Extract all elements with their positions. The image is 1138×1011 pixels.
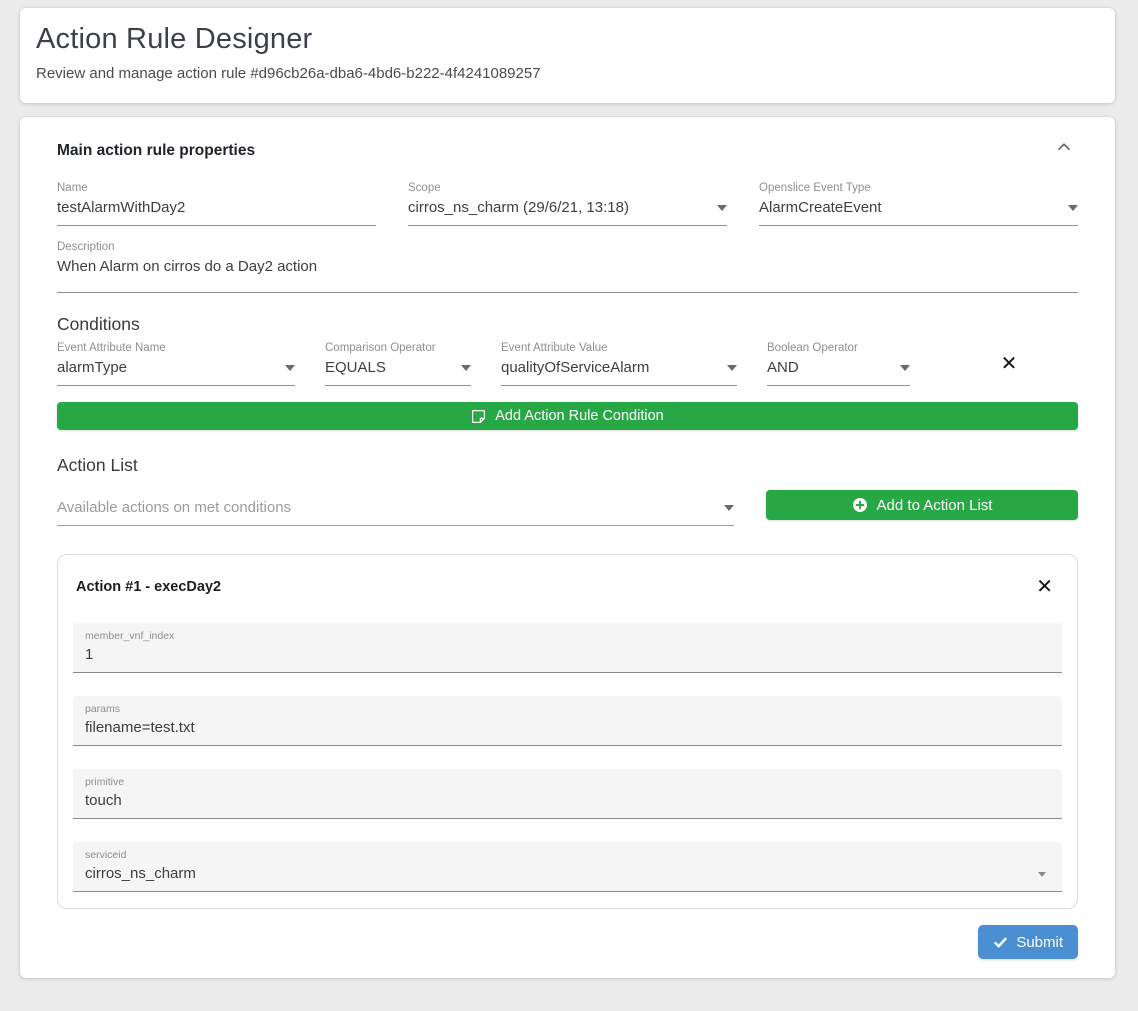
page-header-card: Action Rule Designer Review and manage a… <box>20 8 1115 103</box>
page: Action Rule Designer Review and manage a… <box>0 8 1138 978</box>
add-to-action-list-button[interactable]: Add to Action List <box>766 490 1078 520</box>
param-value: cirros_ns_charm <box>85 865 196 883</box>
submit-row: Submit <box>57 925 1078 959</box>
page-subtitle: Review and manage action rule #d96cb26a-… <box>36 65 1099 82</box>
conditions-title: Conditions <box>57 313 1078 335</box>
caret-down-icon <box>900 365 910 376</box>
param-value: touch <box>85 792 122 810</box>
remove-action-button[interactable]: ✕ <box>1030 575 1059 599</box>
scope-select-value: cirros_ns_charm (29/6/21, 13:18) <box>408 199 629 217</box>
event-type-select[interactable]: Openslice Event Type AlarmCreateEvent <box>759 181 1078 226</box>
action-list-title: Action List <box>57 454 1078 476</box>
add-condition-button[interactable]: Add Action Rule Condition <box>57 402 1078 430</box>
event-attribute-name-value: alarmType <box>57 359 127 377</box>
event-attribute-value-value: qualityOfServiceAlarm <box>501 359 649 377</box>
plus-circle-icon <box>852 497 868 513</box>
caret-down-icon <box>285 365 295 376</box>
boolean-operator-select[interactable]: Boolean Operator AND <box>767 341 910 386</box>
condition-row: Event Attribute Name alarmType Compariso… <box>57 341 1078 386</box>
action-card-title: Action #1 - execDay2 <box>76 577 221 597</box>
properties-section-title: Main action rule properties <box>57 141 255 161</box>
available-actions-placeholder: Available actions on met conditions <box>57 499 291 517</box>
caret-down-icon <box>717 205 727 216</box>
param-serviceid-select[interactable]: serviceid cirros_ns_charm <box>73 842 1062 892</box>
add-to-action-list-button-label: Add to Action List <box>877 497 993 514</box>
comparison-operator-value: EQUALS <box>325 359 386 377</box>
description-field-label: Description <box>57 240 1078 254</box>
action-list-controls: Available actions on met conditions Add … <box>57 490 1078 526</box>
page-title: Action Rule Designer <box>36 23 1099 56</box>
caret-down-icon <box>1038 872 1046 881</box>
caret-down-icon <box>727 365 737 376</box>
name-field-label: Name <box>57 181 376 195</box>
name-field-value: testAlarmWithDay2 <box>57 199 185 217</box>
description-field[interactable]: Description When Alarm on cirros do a Da… <box>57 240 1078 293</box>
description-field-value: When Alarm on cirros do a Day2 action <box>57 258 317 276</box>
caret-down-icon <box>1068 205 1078 216</box>
boolean-operator-value: AND <box>767 359 799 377</box>
event-type-select-value: AlarmCreateEvent <box>759 199 882 217</box>
comparison-operator-label: Comparison Operator <box>325 341 471 355</box>
param-value: 1 <box>85 646 93 664</box>
properties-row: Name testAlarmWithDay2 Scope cirros_ns_c… <box>57 181 1078 226</box>
chevron-up-icon[interactable] <box>1056 139 1072 160</box>
caret-down-icon <box>724 505 734 516</box>
rule-designer-card: Main action rule properties Name testAla… <box>20 117 1115 978</box>
param-label: primitive <box>85 776 1050 789</box>
param-value: filename=test.txt <box>85 719 195 737</box>
caret-down-icon <box>461 365 471 376</box>
param-member-vnf-index-field[interactable]: member_vnf_index 1 <box>73 623 1062 673</box>
event-attribute-value-select[interactable]: Event Attribute Value qualityOfServiceAl… <box>501 341 737 386</box>
remove-condition-button[interactable]: ✕ <box>995 352 1024 376</box>
check-icon <box>993 935 1008 950</box>
event-attribute-value-label: Event Attribute Value <box>501 341 737 355</box>
boolean-operator-label: Boolean Operator <box>767 341 910 355</box>
event-attribute-name-select[interactable]: Event Attribute Name alarmType <box>57 341 295 386</box>
action-card: Action #1 - execDay2 ✕ member_vnf_index … <box>57 554 1078 909</box>
properties-section-header: Main action rule properties <box>57 141 1078 161</box>
submit-button-label: Submit <box>1016 934 1063 951</box>
event-type-select-label: Openslice Event Type <box>759 181 1078 195</box>
sticky-note-icon <box>471 409 486 424</box>
action-card-header: Action #1 - execDay2 ✕ <box>73 575 1062 599</box>
comparison-operator-select[interactable]: Comparison Operator EQUALS <box>325 341 471 386</box>
event-attribute-name-label: Event Attribute Name <box>57 341 295 355</box>
param-label: serviceid <box>85 849 1050 862</box>
available-actions-select[interactable]: Available actions on met conditions <box>57 495 734 526</box>
submit-button[interactable]: Submit <box>978 925 1078 959</box>
param-params-field[interactable]: params filename=test.txt <box>73 696 1062 746</box>
param-label: member_vnf_index <box>85 630 1050 643</box>
add-condition-button-label: Add Action Rule Condition <box>495 408 663 424</box>
scope-select-label: Scope <box>408 181 727 195</box>
name-field[interactable]: Name testAlarmWithDay2 <box>57 181 376 226</box>
param-label: params <box>85 703 1050 716</box>
param-primitive-field[interactable]: primitive touch <box>73 769 1062 819</box>
scope-select[interactable]: Scope cirros_ns_charm (29/6/21, 13:18) <box>408 181 727 226</box>
